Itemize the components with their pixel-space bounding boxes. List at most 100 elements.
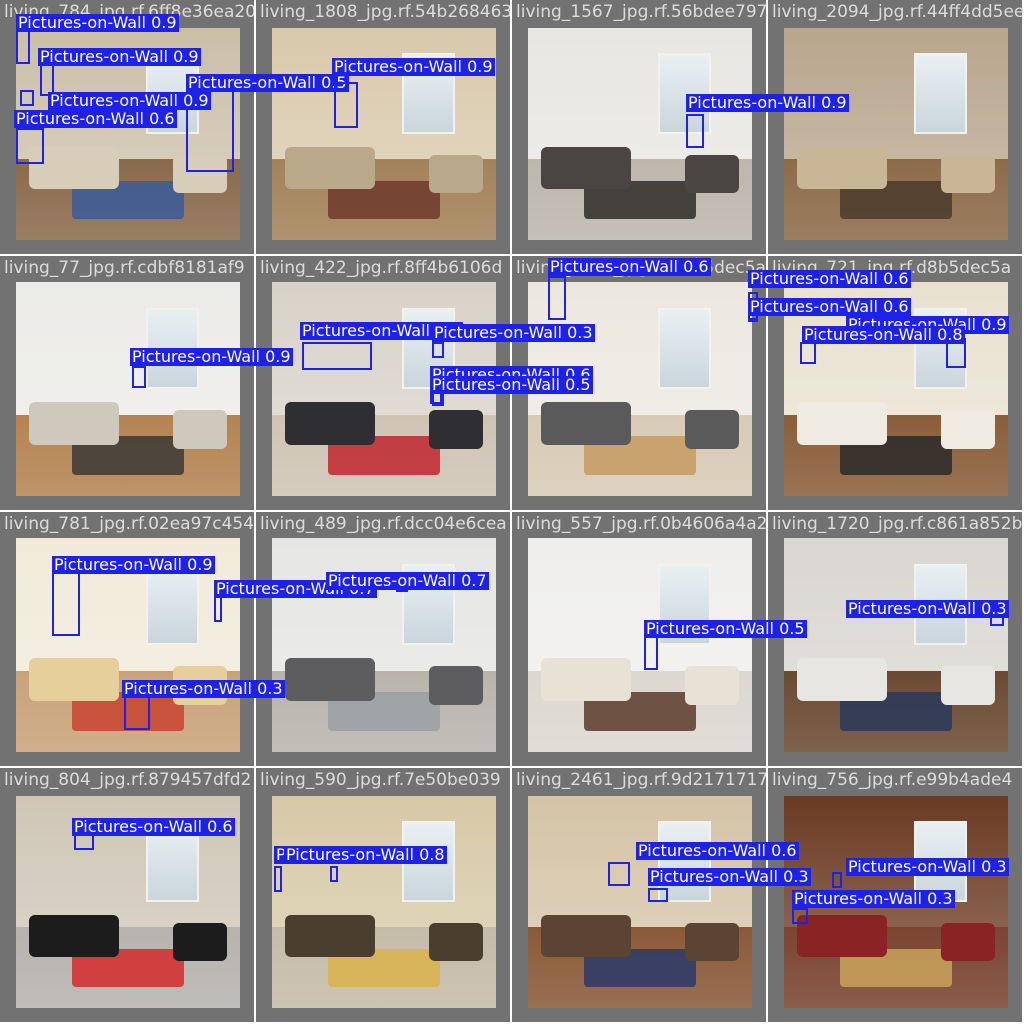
sofa	[541, 401, 632, 445]
image-filename: living_804_jpg.rf.879457dfd2	[4, 770, 252, 790]
image-filename: living_1567_jpg.rf.56bdee7974	[516, 2, 779, 22]
sofa	[29, 657, 120, 701]
detection-box	[608, 862, 630, 886]
armchair	[428, 923, 483, 962]
armchair	[940, 155, 995, 194]
detection-label: Pictures-on-Wall 0.3	[432, 323, 595, 342]
armchair	[684, 155, 739, 194]
armchair	[172, 410, 227, 449]
image-filename: living_781_jpg.rf.02ea97c454	[4, 514, 255, 534]
sofa	[797, 914, 888, 958]
room-photo	[16, 282, 240, 496]
detection-label: Pictures-on-Wall 0.7	[326, 571, 489, 590]
sofa	[541, 146, 632, 190]
image-filename: living_77_jpg.rf.cdbf8181af9	[4, 258, 245, 278]
room-photo	[784, 538, 1008, 752]
detection-box	[52, 572, 80, 636]
room-photo	[528, 28, 752, 240]
detection-label: Pictures-on-Wall 0.5	[186, 73, 349, 92]
armchair	[684, 923, 739, 962]
detection-label: Pictures-on-Wall 0.3	[846, 857, 1009, 876]
grid-separator	[510, 0, 512, 1024]
detection-box	[124, 696, 150, 730]
detection-label: Pictures-on-Wall 0.9	[48, 91, 211, 110]
armchair	[428, 410, 483, 449]
detection-label: Pictures-on-Wall 0.6	[548, 257, 711, 276]
detection-label: Pictures-on-Wall 0.9	[52, 555, 215, 574]
sofa	[797, 657, 888, 701]
detection-box	[20, 90, 34, 106]
image-filename: living_422_jpg.rf.8ff4b6106d	[260, 258, 503, 278]
armchair	[940, 666, 995, 705]
armchair	[940, 410, 995, 449]
image-filename: living_489_jpg.rf.dcc04e6cea	[260, 514, 507, 534]
detection-box	[214, 596, 222, 622]
image-filename: living_557_jpg.rf.0b4606a4a2	[516, 514, 768, 534]
room-wall	[528, 796, 752, 928]
detection-label: Pictures-on-Wall 0.6	[748, 269, 911, 288]
detection-label: Pictures-on-Wall 0.6	[14, 109, 177, 128]
sofa	[285, 657, 376, 701]
detection-box	[330, 866, 338, 882]
detection-box	[74, 834, 94, 850]
detection-box	[832, 872, 842, 888]
detection-box	[334, 82, 358, 128]
image-filename: living_2094_jpg.rf.44ff4dd5ee	[772, 2, 1024, 22]
detection-label: Pictures-on-Wall 0.6	[72, 817, 235, 836]
room-photo	[528, 796, 752, 1008]
image-filename: living_590_jpg.rf.7e50be039	[260, 770, 501, 790]
room-wall	[528, 538, 752, 671]
grid-separator	[0, 510, 1024, 512]
sofa	[29, 401, 120, 445]
room-photo	[272, 796, 496, 1008]
grid-separator	[254, 0, 256, 1024]
detection-box	[792, 908, 808, 924]
armchair	[172, 923, 227, 962]
detection-box	[16, 128, 44, 164]
detection-label: Pictures-on-Wall 0.9	[686, 93, 849, 112]
detection-label: Pictures-on-Wall 0.5	[644, 619, 807, 638]
armchair	[684, 410, 739, 449]
detection-label: Pictures-on-Wall 0.6	[748, 297, 911, 316]
armchair	[684, 666, 739, 705]
detection-label: Pictures-on-Wall 0.9	[332, 57, 495, 76]
detection-label: Pictures-on-Wall 0.3	[846, 599, 1009, 618]
detection-label: Pictures-on-Wall 0.3	[648, 867, 811, 886]
room-wall	[272, 28, 496, 160]
armchair	[428, 666, 483, 705]
sofa	[285, 914, 376, 958]
sofa	[285, 401, 376, 445]
image-filename: living_1720_jpg.rf.c861a852b	[772, 514, 1023, 534]
sofa	[285, 146, 376, 190]
detection-box	[432, 342, 444, 358]
detection-label: Pictures-on-Wall 0.6	[636, 841, 799, 860]
detection-label: Pictures-on-Wall 0.3	[122, 679, 285, 698]
window	[145, 563, 200, 645]
detection-box	[274, 866, 282, 892]
room-photo	[528, 538, 752, 752]
detection-label: Pictures-on-Wall 0.8	[802, 325, 965, 344]
detection-label: Pictures-on-Wall 0.9	[38, 47, 201, 66]
armchair	[428, 155, 483, 194]
detection-box	[648, 888, 668, 902]
sofa	[797, 401, 888, 445]
prediction-grid: living_784_jpg.rf.6ff8e36ea20 living_1808…	[0, 0, 1024, 1024]
grid-separator	[0, 766, 1024, 768]
detection-box	[548, 276, 566, 320]
detection-label: Pictures-on-Wall 0.3	[792, 889, 955, 908]
detection-box	[644, 636, 658, 670]
detection-label: Pictures-on-Wall 0.8	[284, 845, 447, 864]
room-wall	[16, 796, 240, 928]
detection-box	[302, 342, 372, 370]
detection-label: Pictures-on-Wall 0.9	[130, 347, 293, 366]
image-filename: living_1808_jpg.rf.54b268463d	[260, 2, 524, 22]
room-photo	[784, 28, 1008, 240]
image-filename: living_2461_jpg.rf.9d2171717a	[516, 770, 779, 790]
detection-box	[686, 114, 704, 148]
detection-label: Pictures-on-Wall 0.9	[16, 13, 179, 32]
window	[913, 53, 968, 134]
armchair	[940, 923, 995, 962]
grid-separator	[0, 254, 1024, 256]
detection-label: Pictures-on-Wall 0.5	[430, 375, 593, 394]
sofa	[29, 914, 120, 958]
